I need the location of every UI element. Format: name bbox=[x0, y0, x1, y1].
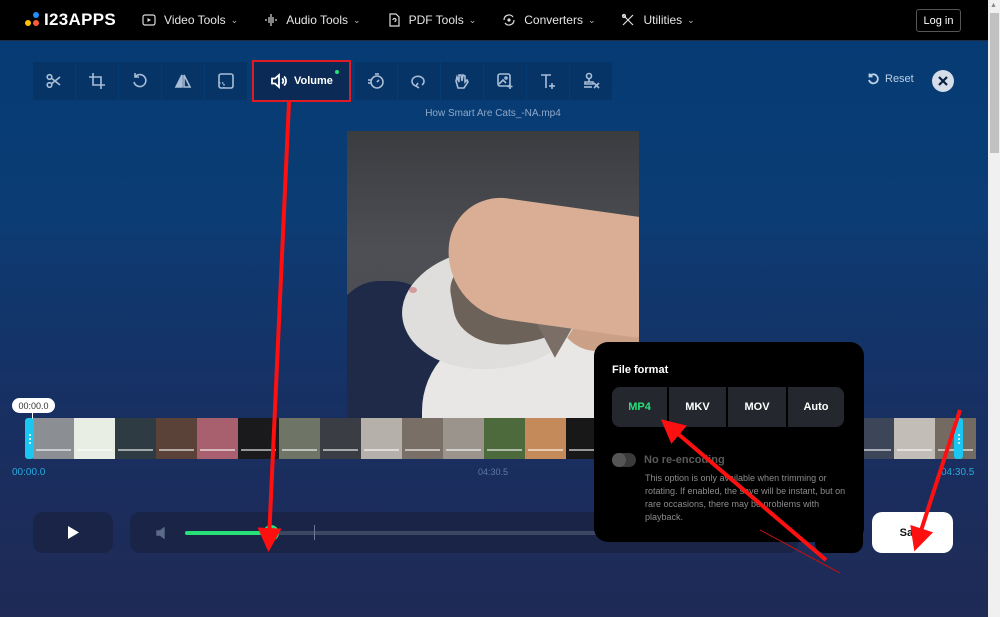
nav-pdf-tools[interactable]: PDF Tools ⌄ bbox=[387, 13, 477, 27]
nav-label: Converters bbox=[524, 13, 583, 27]
timeline-thumbnail bbox=[33, 418, 74, 459]
playhead-time: 00:00.0 bbox=[12, 398, 55, 420]
timeline-thumbnail bbox=[197, 418, 238, 459]
file-format-title: File format bbox=[612, 364, 669, 376]
tool-cut[interactable] bbox=[33, 62, 75, 100]
tool-speed[interactable] bbox=[354, 62, 397, 100]
video-filename: How Smart Are Cats_-NA.mp4 bbox=[425, 108, 561, 119]
tool-volume-label: Volume bbox=[294, 75, 333, 87]
rotate-icon bbox=[133, 73, 147, 88]
timeline-thumbnail bbox=[74, 418, 115, 459]
chevron-down-icon: ⌄ bbox=[468, 14, 477, 25]
reset-label: Reset bbox=[885, 73, 914, 85]
timeline-thumbnail bbox=[115, 418, 156, 459]
timeline-thumbnail bbox=[320, 418, 361, 459]
convert-icon bbox=[502, 13, 516, 27]
nav-converters[interactable]: Converters ⌄ bbox=[502, 13, 595, 27]
tool-flip[interactable] bbox=[162, 62, 204, 100]
pdf-icon bbox=[387, 13, 401, 27]
scroll-thumb[interactable] bbox=[990, 13, 999, 153]
reset-icon bbox=[868, 73, 879, 85]
no-reencoding-label: No re-encoding bbox=[644, 454, 725, 466]
no-reencoding-toggle[interactable] bbox=[612, 453, 636, 467]
top-nav: I23APPS Video Tools ⌄ Audio Tools ⌄ PDF … bbox=[0, 0, 988, 41]
add-image-icon bbox=[497, 73, 513, 89]
editor-toolbar: Volume bbox=[33, 60, 613, 102]
timeline-thumbnail bbox=[238, 418, 279, 459]
resize-icon bbox=[218, 73, 234, 89]
add-text-icon bbox=[540, 74, 555, 89]
timeline-thumbnail bbox=[525, 418, 566, 459]
volume-default-mark bbox=[314, 525, 315, 540]
video-icon bbox=[142, 13, 156, 27]
tool-stabilize[interactable] bbox=[440, 62, 483, 100]
hand-wave-icon bbox=[455, 73, 469, 89]
page-scrollbar[interactable]: ▲ bbox=[988, 0, 1000, 617]
tool-resize[interactable] bbox=[205, 62, 247, 100]
nav-label: Video Tools bbox=[164, 13, 226, 27]
save-button[interactable]: Save bbox=[872, 512, 953, 553]
chevron-down-icon: ⌄ bbox=[587, 14, 596, 25]
trim-handle-end[interactable] bbox=[954, 418, 963, 459]
logo[interactable]: I23APPS bbox=[24, 10, 116, 30]
login-button[interactable]: Log in bbox=[916, 9, 961, 32]
chevron-down-icon: ⌄ bbox=[687, 14, 695, 25]
nav-label: Audio Tools bbox=[286, 13, 349, 27]
play-icon bbox=[68, 526, 79, 539]
timeline-thumbnail bbox=[894, 418, 935, 459]
flip-icon bbox=[174, 74, 192, 88]
scissors-icon bbox=[46, 73, 61, 89]
tool-crop[interactable] bbox=[76, 62, 118, 100]
volume-low-icon bbox=[155, 526, 169, 545]
tool-add-text[interactable] bbox=[526, 62, 569, 100]
remove-logo-icon bbox=[583, 72, 600, 89]
trim-end-time: 04:30.5 bbox=[941, 467, 975, 478]
volume-slider-fill bbox=[185, 531, 271, 535]
trim-handle-start[interactable] bbox=[25, 418, 34, 459]
close-icon bbox=[938, 76, 948, 86]
tools-icon bbox=[621, 13, 635, 27]
chevron-down-icon: ⌄ bbox=[230, 14, 239, 25]
tool-loop[interactable] bbox=[397, 62, 440, 100]
format-option-mp4[interactable]: MP4 bbox=[612, 387, 667, 427]
timeline-thumbnail bbox=[484, 418, 525, 459]
loop-icon bbox=[411, 75, 425, 89]
nav-label: Utilities bbox=[643, 13, 683, 27]
timeline-thumbnail bbox=[156, 418, 197, 459]
crop-icon bbox=[89, 73, 105, 89]
nav-label: PDF Tools bbox=[408, 13, 464, 27]
timeline-thumbnail bbox=[361, 418, 402, 459]
close-button[interactable] bbox=[932, 70, 954, 92]
format-option-auto[interactable]: Auto bbox=[788, 387, 844, 427]
active-indicator-dot bbox=[334, 70, 339, 74]
tool-remove-logo[interactable] bbox=[569, 62, 612, 100]
reset-button[interactable]: Reset bbox=[867, 73, 914, 85]
audio-wave-icon bbox=[264, 13, 278, 27]
trim-start-time: 00:00.0 bbox=[12, 467, 46, 478]
nav-utilities[interactable]: Utilities ⌄ bbox=[621, 13, 695, 27]
play-button[interactable] bbox=[33, 512, 113, 553]
nav-video-tools[interactable]: Video Tools ⌄ bbox=[142, 13, 238, 27]
no-reencoding-row: No re-encoding bbox=[612, 453, 725, 467]
file-format-popover: File format MP4 MKV MOV Auto No re-encod… bbox=[594, 342, 864, 542]
timeline-thumbnail bbox=[443, 418, 484, 459]
volume-slider-handle[interactable] bbox=[262, 525, 279, 541]
chevron-down-icon: ⌄ bbox=[353, 14, 361, 25]
format-option-mkv[interactable]: MKV bbox=[669, 387, 726, 427]
speed-icon bbox=[367, 73, 384, 89]
timeline-thumbnail bbox=[402, 418, 443, 459]
format-option-mov[interactable]: MOV bbox=[728, 387, 786, 427]
no-reencoding-description: This option is only available when trimm… bbox=[645, 473, 846, 522]
file-format-options: MP4 MKV MOV Auto bbox=[612, 387, 844, 427]
logo-text: I23APPS bbox=[44, 10, 117, 29]
tool-rotate[interactable] bbox=[119, 62, 161, 100]
timeline-thumbnail bbox=[279, 418, 320, 459]
tool-add-image[interactable] bbox=[483, 62, 526, 100]
nav-audio-tools[interactable]: Audio Tools ⌄ bbox=[264, 13, 361, 27]
logo-icon bbox=[24, 12, 40, 28]
duration-label: 04:30.5 bbox=[478, 467, 509, 477]
tool-volume[interactable]: Volume bbox=[252, 60, 351, 102]
volume-icon bbox=[271, 73, 287, 89]
scroll-up-icon[interactable]: ▲ bbox=[990, 2, 997, 9]
